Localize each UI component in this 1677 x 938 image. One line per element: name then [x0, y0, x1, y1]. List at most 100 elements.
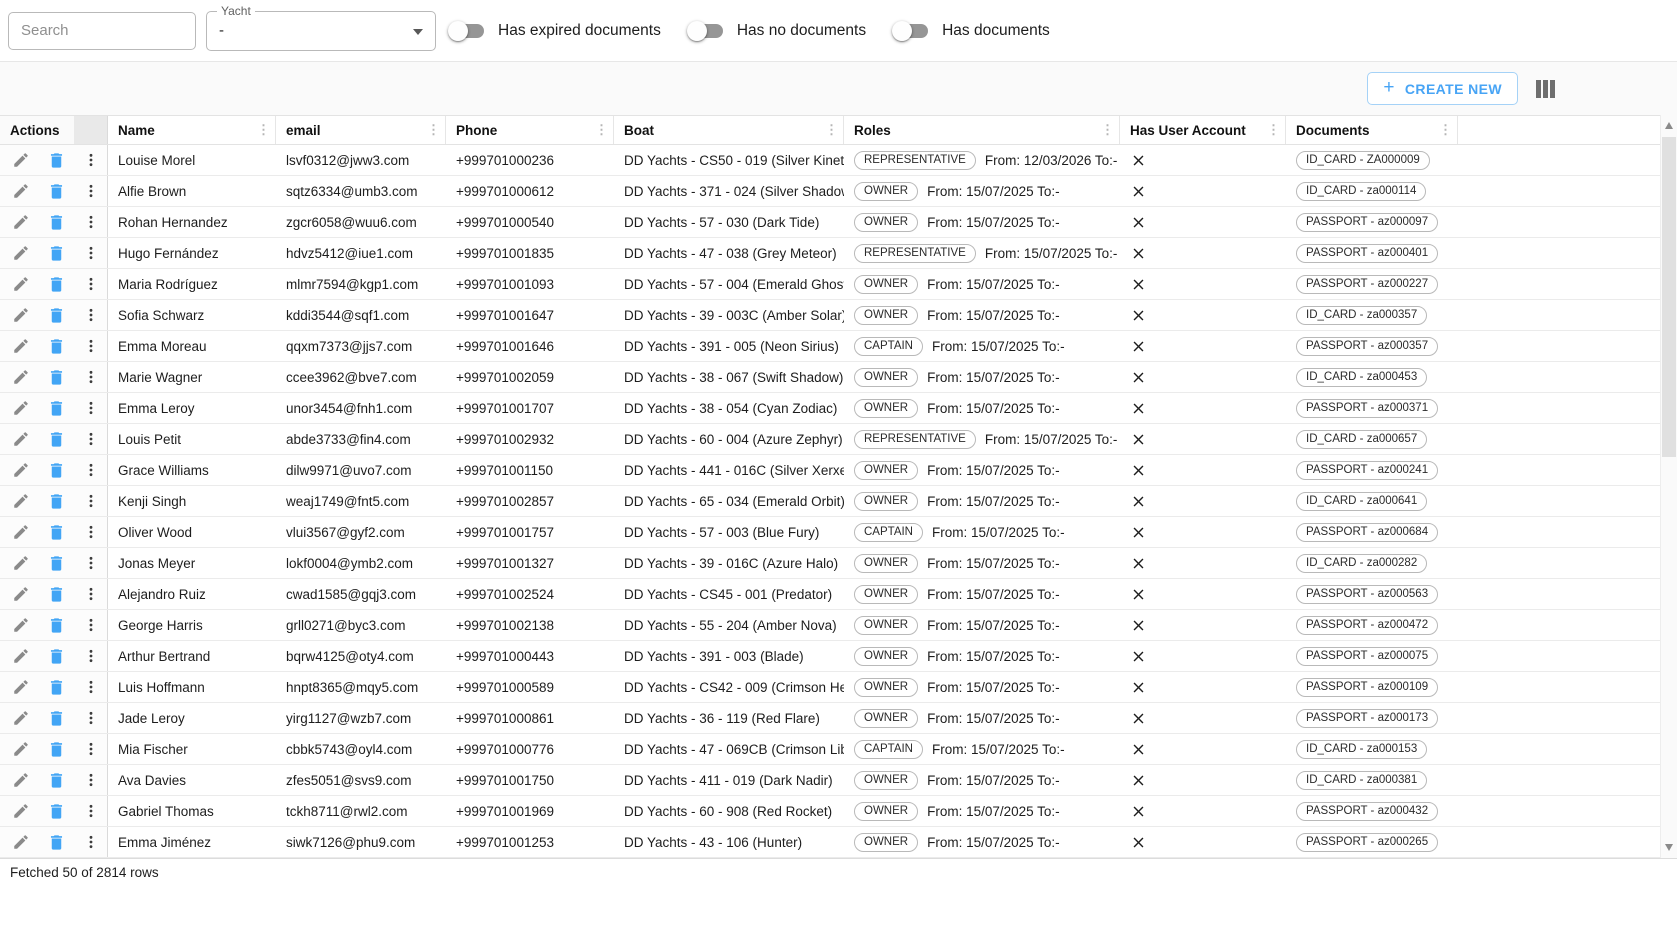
- edit-icon[interactable]: [11, 738, 31, 760]
- delete-icon[interactable]: [46, 490, 66, 512]
- row-menu-icon[interactable]: [81, 521, 101, 543]
- row-menu-icon[interactable]: [81, 273, 101, 295]
- view-columns-icon[interactable]: [1536, 80, 1555, 98]
- edit-icon[interactable]: [11, 552, 31, 574]
- row-menu-icon[interactable]: [81, 459, 101, 481]
- edit-icon[interactable]: [11, 831, 31, 853]
- row-menu-icon[interactable]: [81, 738, 101, 760]
- column-menu-icon[interactable]: ⋮: [427, 122, 440, 138]
- delete-icon[interactable]: [46, 614, 66, 636]
- edit-icon[interactable]: [11, 645, 31, 667]
- edit-icon[interactable]: [11, 707, 31, 729]
- cell-phone: +999701002138: [446, 610, 614, 640]
- toggle-has-documents[interactable]: Has documents: [894, 22, 1050, 40]
- row-menu-icon[interactable]: [81, 769, 101, 791]
- column-menu-icon[interactable]: ⋮: [1101, 122, 1114, 138]
- vertical-scrollbar[interactable]: [1660, 115, 1677, 858]
- delete-icon[interactable]: [46, 304, 66, 326]
- delete-icon[interactable]: [46, 645, 66, 667]
- delete-icon[interactable]: [46, 149, 66, 171]
- edit-icon[interactable]: [11, 397, 31, 419]
- row-menu-icon[interactable]: [81, 490, 101, 512]
- edit-icon[interactable]: [11, 614, 31, 636]
- row-menu-icon[interactable]: [81, 397, 101, 419]
- delete-icon[interactable]: [46, 366, 66, 388]
- edit-icon[interactable]: [11, 211, 31, 233]
- delete-icon[interactable]: [46, 521, 66, 543]
- delete-icon[interactable]: [46, 428, 66, 450]
- column-menu-icon[interactable]: ⋮: [1439, 122, 1452, 138]
- edit-icon[interactable]: [11, 769, 31, 791]
- row-menu-icon[interactable]: [81, 707, 101, 729]
- edit-icon[interactable]: [11, 459, 31, 481]
- row-menu-icon[interactable]: [81, 800, 101, 822]
- column-menu-icon[interactable]: ⋮: [595, 122, 608, 138]
- scroll-up-icon[interactable]: [1665, 122, 1673, 129]
- row-menu-icon[interactable]: [81, 149, 101, 171]
- delete-icon[interactable]: [46, 180, 66, 202]
- row-menu-icon[interactable]: [81, 180, 101, 202]
- edit-icon[interactable]: [11, 583, 31, 605]
- delete-icon[interactable]: [46, 738, 66, 760]
- edit-icon[interactable]: [11, 676, 31, 698]
- delete-icon[interactable]: [46, 800, 66, 822]
- row-menu-icon[interactable]: [81, 583, 101, 605]
- cell-phone: +999701001253: [446, 827, 614, 857]
- delete-icon[interactable]: [46, 676, 66, 698]
- row-menu-icon[interactable]: [81, 831, 101, 853]
- delete-icon[interactable]: [46, 769, 66, 791]
- edit-icon[interactable]: [11, 335, 31, 357]
- edit-icon[interactable]: [11, 521, 31, 543]
- row-menu-icon[interactable]: [81, 552, 101, 574]
- toggle-has-no-documents[interactable]: Has no documents: [689, 22, 866, 40]
- row-menu-icon[interactable]: [81, 242, 101, 264]
- yacht-select[interactable]: Yacht -: [206, 11, 436, 51]
- column-menu-icon[interactable]: ⋮: [257, 122, 270, 138]
- column-header-documents[interactable]: Documents ⋮: [1286, 116, 1458, 144]
- delete-icon[interactable]: [46, 211, 66, 233]
- row-menu-icon[interactable]: [81, 428, 101, 450]
- row-menu-icon[interactable]: [81, 335, 101, 357]
- row-menu-icon[interactable]: [81, 366, 101, 388]
- edit-icon[interactable]: [11, 366, 31, 388]
- edit-icon[interactable]: [11, 428, 31, 450]
- column-header-boat[interactable]: Boat ⋮: [614, 116, 844, 144]
- delete-icon[interactable]: [46, 552, 66, 574]
- delete-icon[interactable]: [46, 242, 66, 264]
- search-input[interactable]: [8, 12, 196, 50]
- row-menu-icon[interactable]: [81, 304, 101, 326]
- column-menu-icon[interactable]: ⋮: [1267, 122, 1280, 138]
- scrollbar-thumb[interactable]: [1662, 137, 1676, 457]
- column-header-has-user-account[interactable]: Has User Account ⋮: [1120, 116, 1286, 144]
- row-menu-icon[interactable]: [81, 676, 101, 698]
- column-header-name[interactable]: Name ⋮: [108, 116, 276, 144]
- column-header-roles[interactable]: Roles ⋮: [844, 116, 1120, 144]
- column-menu-icon[interactable]: ⋮: [74, 122, 87, 138]
- edit-icon[interactable]: [11, 273, 31, 295]
- delete-icon[interactable]: [46, 831, 66, 853]
- edit-icon[interactable]: [11, 180, 31, 202]
- delete-icon[interactable]: [46, 397, 66, 419]
- create-new-button[interactable]: + CREATE NEW: [1367, 72, 1518, 105]
- edit-icon[interactable]: [11, 304, 31, 326]
- column-menu-icon[interactable]: ⋮: [825, 122, 838, 138]
- cell-boat: DD Yachts - 391 - 005 (Neon Sirius): [614, 331, 844, 361]
- column-header-email[interactable]: email ⋮: [276, 116, 446, 144]
- row-menu-icon[interactable]: [81, 614, 101, 636]
- edit-icon[interactable]: [11, 242, 31, 264]
- delete-icon[interactable]: [46, 459, 66, 481]
- column-header-phone[interactable]: Phone ⋮: [446, 116, 614, 144]
- row-menu-icon[interactable]: [81, 211, 101, 233]
- delete-icon[interactable]: [46, 583, 66, 605]
- toggle-has-expired-documents[interactable]: Has expired documents: [450, 22, 661, 40]
- delete-icon[interactable]: [46, 273, 66, 295]
- delete-icon[interactable]: [46, 335, 66, 357]
- cell-boat: DD Yachts - 441 - 016C (Silver Xerxes): [614, 455, 844, 485]
- delete-icon[interactable]: [46, 707, 66, 729]
- row-menu-icon[interactable]: [81, 645, 101, 667]
- scroll-down-icon[interactable]: [1665, 844, 1673, 851]
- edit-icon[interactable]: [11, 490, 31, 512]
- edit-icon[interactable]: [11, 800, 31, 822]
- column-header-actions[interactable]: Actions ⋮: [0, 116, 108, 144]
- edit-icon[interactable]: [11, 149, 31, 171]
